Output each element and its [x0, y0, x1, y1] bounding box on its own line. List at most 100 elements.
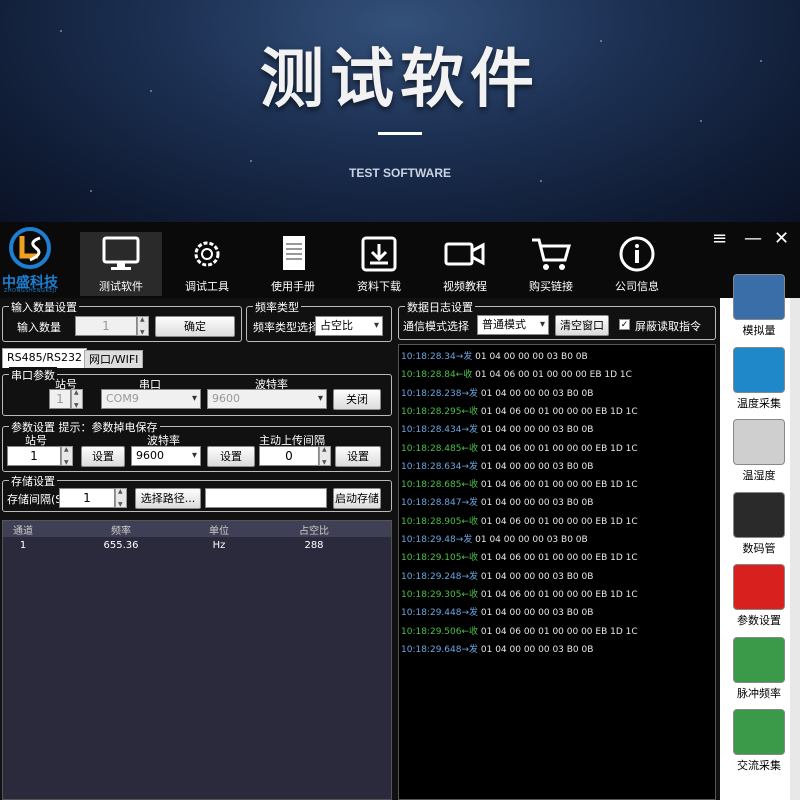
choose-path-button[interactable]: 选择路径...: [135, 488, 201, 509]
sidebar-item-label: 温湿度: [742, 469, 776, 482]
log-settings-group: 数据日志设置 通信模式选择 普通模式 清空窗口 ✓ 屏蔽读取指令: [398, 299, 716, 340]
freq-type-select[interactable]: 占空比: [315, 316, 383, 336]
video-camera-icon: [444, 242, 485, 266]
log-hex: 01 04 06 00 01 00 00 00 EB 1D 1C: [478, 406, 638, 417]
station-field[interactable]: 1: [49, 389, 71, 409]
baud-select[interactable]: 9600: [207, 389, 327, 409]
tab-network[interactable]: 网口/WIFI: [84, 350, 144, 368]
menu-icon[interactable]: ≡: [712, 228, 727, 249]
sidebar-item-7[interactable]: 交流采集: [726, 709, 792, 773]
table-cell: Hz: [212, 540, 226, 551]
log-timestamp: 10:18:28.34→发: [401, 352, 473, 362]
param-baud-select[interactable]: 9600: [131, 446, 201, 466]
sidebar-scrollbar[interactable]: [790, 298, 800, 800]
nav-test-software[interactable]: 测试软件: [80, 232, 162, 296]
param-station-field[interactable]: 1: [7, 446, 61, 466]
table-cell: 1: [19, 540, 27, 551]
input-count-group: 输入数量设置 输入数量 1 确定: [2, 299, 242, 342]
sidebar-item-label: 模拟量: [742, 324, 776, 337]
sidebar-item-5[interactable]: 参数设置: [726, 564, 792, 628]
sidebar-item-6[interactable]: 脉冲频率: [726, 636, 792, 701]
log-timestamp: 10:18:29.105←收: [401, 553, 479, 564]
set-baud-button[interactable]: 设置: [207, 446, 255, 467]
log-line: 10:18:28.84←收 01 04 06 00 01 00 00 00 EB…: [401, 367, 632, 380]
logo-subtext: ZHONGSHENGKEJI: [4, 288, 57, 294]
freq-type-group: 频率类型 频率类型选择 占空比: [246, 299, 392, 342]
clear-window-button[interactable]: 清空窗口: [555, 315, 609, 336]
log-line: 10:18:29.48→发 01 04 00 00 00 03 B0 0B: [401, 532, 588, 545]
log-hex: 01 04 00 00 00 03 B0 0B: [478, 425, 594, 436]
log-hex: 01 04 06 00 01 00 00 00 EB 1D 1C: [478, 443, 638, 454]
log-timestamp: 10:18:28.295←收: [401, 406, 479, 417]
upload-interval-spinner[interactable]: [319, 446, 331, 466]
app-window: 中盛科技 ZHONGSHENGKEJI 测试软件 调试工具 使用手册 资料下载 …: [0, 222, 800, 800]
confirm-button[interactable]: 确定: [155, 316, 235, 337]
upload-interval-field[interactable]: 0: [259, 446, 319, 466]
log-line: 10:18:29.305←收 01 04 06 00 01 00 00 00 E…: [401, 587, 638, 600]
nav-company-info[interactable]: 公司信息: [596, 232, 678, 296]
nav-debug-tools[interactable]: 调试工具: [166, 232, 248, 296]
document-icon: [283, 236, 305, 270]
sidebar-item-label: 脉冲频率: [737, 686, 781, 700]
log-hex: 01 04 06 00 01 00 00 00 EB 1D 1C: [478, 553, 638, 564]
log-line: 10:18:28.295←收 01 04 06 00 01 00 00 00 E…: [401, 404, 638, 417]
log-timestamp: 10:18:29.248→发: [401, 571, 479, 582]
storage-interval-spinner[interactable]: [115, 488, 127, 508]
start-storage-button[interactable]: 启动存储: [333, 488, 381, 509]
cart-icon: [532, 238, 571, 270]
close-button[interactable]: ✕: [774, 228, 789, 249]
sidebar-item-label: 参数设置: [737, 614, 781, 627]
storage-interval-field[interactable]: 1: [59, 488, 115, 508]
group-legend: 输入数量设置: [9, 299, 79, 315]
sidebar-item-2[interactable]: 温度采集: [726, 346, 792, 411]
nav-video-tutorials[interactable]: 视频教程: [424, 232, 506, 296]
data-log-window[interactable]: 10:18:28.34→发 01 04 00 00 00 03 B0 0B 10:…: [398, 344, 716, 800]
nav-purchase[interactable]: 购买链接: [510, 232, 592, 296]
column-header: 频率: [111, 526, 131, 537]
serial-params-group: 串口参数 站号 串口 波特率 1 COM9 9600 关闭: [2, 367, 392, 416]
log-hex: 01 04 00 00 00 03 B0 0B: [478, 498, 594, 509]
nav-label: 调试工具: [185, 280, 229, 293]
product-image-icon: [733, 636, 785, 683]
table-header: 通道 频率 单位 占空比: [3, 521, 391, 537]
log-line: 10:18:28.434→发 01 04 00 00 00 03 B0 0B: [401, 422, 593, 435]
mask-read-label: 屏蔽读取指令: [635, 320, 701, 333]
tab-rs485[interactable]: RS485/RS232: [2, 348, 87, 368]
log-line: 10:18:28.634→发 01 04 00 00 00 03 B0 0B: [401, 459, 593, 472]
port-select[interactable]: COM9: [101, 389, 201, 409]
log-line: 10:18:28.485←收 01 04 06 00 01 00 00 00 E…: [401, 441, 638, 454]
product-image-icon: [733, 346, 785, 393]
log-line: 10:18:29.105←收 01 04 06 00 01 00 00 00 E…: [401, 550, 638, 563]
sidebar-item-4[interactable]: 数码管: [726, 491, 792, 556]
comm-mode-select[interactable]: 普通模式: [477, 315, 549, 335]
sidebar-item-1[interactable]: 模拟量: [726, 274, 792, 338]
nav-user-manual[interactable]: 使用手册: [252, 232, 334, 296]
input-count-field[interactable]: 1: [75, 316, 137, 336]
set-station-button[interactable]: 设置: [81, 446, 125, 467]
log-timestamp: 10:18:28.485←收: [401, 443, 479, 454]
sidebar-item-3[interactable]: 温湿度: [726, 419, 792, 483]
param-station-spinner[interactable]: [61, 446, 73, 466]
storage-path-field[interactable]: [205, 488, 327, 508]
freq-type-label: 频率类型选择: [253, 321, 319, 334]
input-count-spinner[interactable]: [137, 316, 149, 336]
set-upload-button[interactable]: 设置: [335, 446, 381, 467]
log-hex: 01 04 00 00 00 03 B0 0B: [478, 571, 594, 582]
nav-label: 公司信息: [615, 280, 659, 293]
log-timestamp: 10:18:28.84←收: [401, 370, 473, 381]
nav-downloads[interactable]: 资料下载: [338, 232, 420, 296]
log-line: 10:18:29.448→发 01 04 00 00 00 03 B0 0B: [401, 605, 593, 618]
log-hex: 01 04 00 00 00 03 B0 0B: [478, 461, 594, 472]
station-spinner[interactable]: [71, 389, 83, 409]
mask-read-checkbox[interactable]: ✓: [619, 319, 630, 330]
gear-icon: [194, 241, 220, 267]
log-hex: 01 04 06 00 01 00 00 00 EB 1D 1C: [478, 626, 638, 637]
close-port-button[interactable]: 关闭: [333, 389, 381, 410]
log-hex: 01 04 00 00 00 03 B0 0B: [478, 388, 594, 399]
monitor-icon: [102, 236, 140, 270]
group-legend: 频率类型: [253, 299, 301, 315]
minimize-button[interactable]: —: [744, 228, 762, 249]
storage-settings-group: 存储设置 存储间隔(S) 1 选择路径... 启动存储: [2, 473, 392, 512]
log-line: 10:18:28.905←收 01 04 06 00 01 00 00 00 E…: [401, 514, 638, 527]
group-legend: 存储设置: [9, 473, 57, 489]
